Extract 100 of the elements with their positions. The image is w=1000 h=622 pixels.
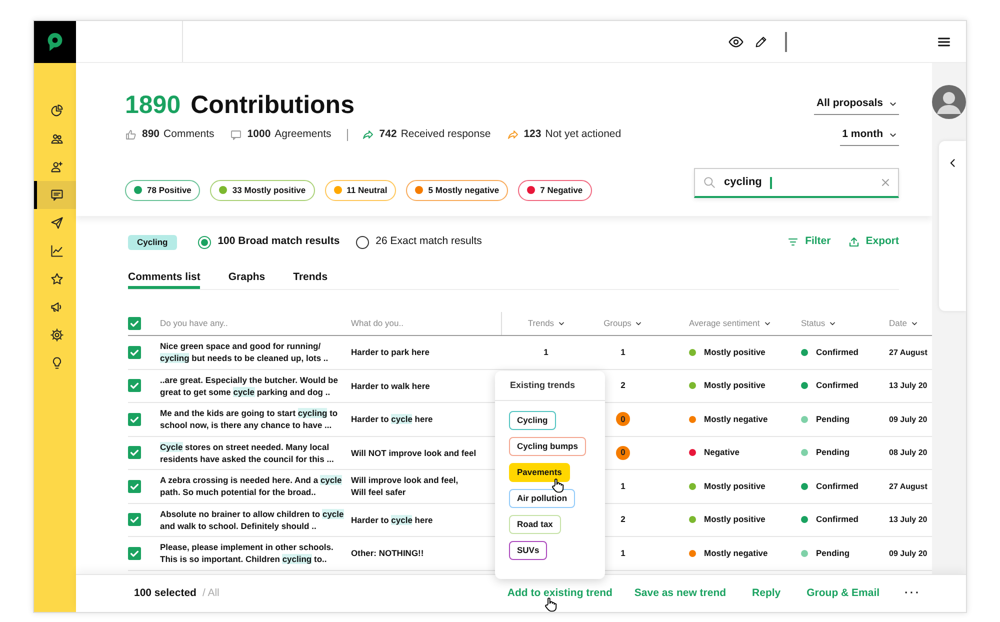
chevron-down-icon (635, 320, 642, 327)
dropdown[interactable]: All proposals (814, 93, 899, 115)
checkbox[interactable] (128, 546, 141, 560)
column-header[interactable]: Groups (604, 317, 632, 330)
radio-option[interactable]: 100 Broad match results (198, 234, 340, 250)
trend-tag[interactable]: Road tax (509, 515, 561, 534)
tab[interactable]: Comments list (128, 267, 200, 289)
checkbox[interactable] (128, 480, 141, 493)
comment-text: Nice green space and good for running/ cycling but needs to be cleaned up, lots .. (159, 340, 330, 364)
table-cell: Confirmed (816, 480, 858, 493)
stat-value: 1000 (247, 127, 271, 142)
more-button[interactable]: ··· (904, 586, 922, 602)
column-header[interactable]: Date (889, 317, 907, 330)
answer-text: Will NOT improve look and feel (351, 446, 478, 459)
sidebar-item[interactable] (34, 181, 76, 209)
trend-tag[interactable]: SUVs (509, 541, 548, 560)
sentiment-filter[interactable]: 5 Mostly negative (406, 180, 508, 201)
table-cell: Confirmed (816, 379, 858, 392)
comment-text: Me and the kids are going to start cycling to school now, is there any chance to have ... (159, 407, 339, 432)
trend-tag[interactable]: Pavements (509, 463, 570, 482)
checkbox[interactable] (128, 513, 141, 526)
chevron-down-icon (764, 320, 771, 327)
popup-title: Existing trends (510, 378, 576, 392)
count-badge: 0 (616, 446, 630, 460)
search-field[interactable]: cycling (694, 168, 899, 198)
table-cell: Mostly positive (704, 513, 766, 526)
share-arrow-icon (506, 128, 519, 141)
column-header[interactable]: Status (801, 317, 826, 330)
contribution-count: 1890 (125, 90, 181, 121)
line-chart-icon (50, 244, 64, 258)
answer-text: Harder to walk here (351, 380, 431, 392)
sentiment-filter[interactable]: 7 Negative (518, 180, 592, 201)
clear-icon[interactable] (881, 178, 890, 187)
table-cell: Mostly negative (704, 546, 768, 560)
star-icon (50, 272, 64, 286)
sentiment-filter[interactable]: 78 Positive (125, 180, 200, 201)
people-icon (50, 132, 64, 146)
tab[interactable]: Trends (293, 267, 328, 289)
search-input[interactable]: cycling (724, 174, 762, 191)
table-cell: 1 (620, 346, 626, 359)
chevron-down-icon (558, 320, 566, 327)
search-icon (703, 176, 716, 189)
table-cell: 27 August (889, 482, 928, 491)
table-cell: Pending (816, 446, 850, 460)
stat-value: 742 (379, 127, 397, 142)
logo-icon[interactable] (46, 32, 64, 52)
text-cursor (770, 176, 772, 188)
checkbox[interactable] (128, 446, 141, 460)
checkbox[interactable] (128, 379, 141, 392)
sentiment-filter[interactable]: 33 Mostly positive (210, 180, 315, 201)
dropdown[interactable]: 1 month (840, 124, 899, 146)
answer-text: Will improve look and feel, Will feel safer (351, 474, 460, 498)
checkbox[interactable] (128, 346, 141, 359)
comment-text: Absolute no brainer to allow children to cycle and walk to school. Definitely should .. (159, 508, 345, 532)
comment-text: A zebra crossing is needed here. And a cycle path. So much potential for the broad.. (159, 474, 343, 498)
pencil-icon[interactable] (754, 34, 768, 48)
table-cell: 1 (620, 480, 626, 493)
answer-text: Other: NOTHING!! (351, 547, 425, 560)
add-person-icon (50, 160, 64, 174)
table-cell: Pending (816, 412, 850, 426)
chevron-down-icon (889, 100, 897, 108)
page-title: Contributions (190, 90, 354, 121)
checkbox[interactable] (128, 412, 141, 426)
stat-label: Received response (400, 127, 491, 142)
count-badge: 0 (616, 412, 630, 426)
column-header[interactable]: What do you.. (351, 317, 404, 330)
megaphone-icon (50, 300, 64, 314)
table-cell: 08 July 20 (889, 448, 928, 458)
table-cell: 09 July 20 (889, 414, 928, 424)
table-cell: 27 August (889, 348, 928, 357)
column-header[interactable]: Trends (528, 317, 554, 330)
hand-cursor-icon (550, 477, 565, 493)
answer-text: Harder to park here (351, 346, 430, 358)
table-cell: Confirmed (816, 513, 858, 526)
search-tag: Cycling (128, 234, 177, 250)
stat-value: 123 (524, 127, 542, 142)
radio-option[interactable]: 26 Exact match results (356, 234, 482, 250)
selection-scope: / All (202, 586, 220, 601)
upload-icon (848, 236, 860, 248)
table-cell: Negative (704, 446, 740, 460)
trend-tag[interactable]: Cycling bumps (509, 437, 586, 456)
comment-text: Please, please implement in other schools. This is so important. Children cycling to.. (159, 541, 334, 566)
table-cell: Pending (816, 546, 850, 560)
trend-tag[interactable]: Cycling (509, 411, 556, 430)
chevron-down-icon (910, 320, 918, 327)
sentiment-filter[interactable]: 11 Neutral (324, 180, 396, 201)
paper-plane-icon (50, 216, 64, 230)
tab[interactable]: Graphs (228, 267, 266, 289)
radio-button[interactable] (356, 236, 369, 248)
column-header[interactable]: Do you have any.. (160, 317, 228, 330)
column-header[interactable]: Average sentiment (689, 317, 760, 330)
table-cell: 09 July 20 (889, 548, 928, 558)
table-cell: 1 (620, 546, 626, 560)
stat-label: Agreements (274, 127, 332, 142)
avatar[interactable] (932, 85, 966, 119)
checkbox[interactable] (128, 317, 141, 330)
share-arrow-icon (362, 128, 374, 141)
table-cell: 13 July 20 (889, 381, 928, 390)
radio-button[interactable] (198, 236, 211, 248)
filter-icon (787, 236, 800, 248)
